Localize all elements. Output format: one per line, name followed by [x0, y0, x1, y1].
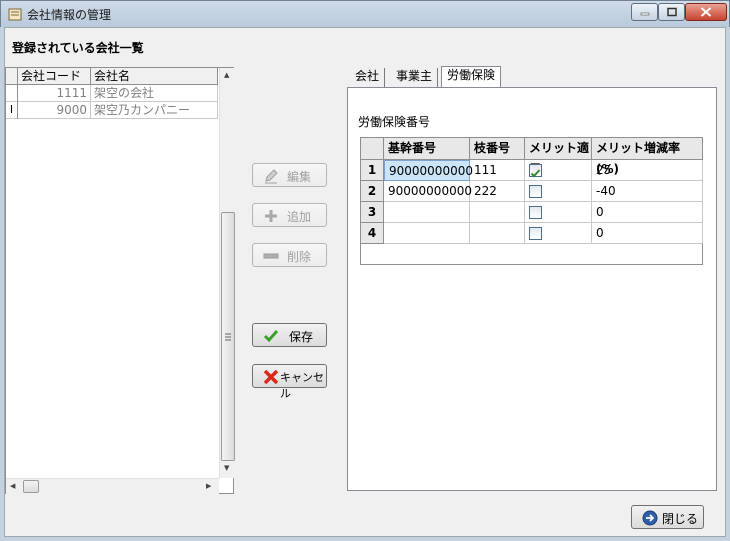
- tab-company[interactable]: 会社: [350, 68, 386, 87]
- title-bar: 会社情報の管理: [0, 0, 730, 27]
- window-border-right: [726, 27, 730, 541]
- grid-corner-header: [361, 138, 384, 160]
- merit-rate-cell[interactable]: -40: [592, 181, 703, 202]
- checkmark-icon: [530, 169, 541, 178]
- scroll-right-arrow-icon[interactable]: ▶: [206, 482, 211, 490]
- red-x-icon: [263, 369, 279, 385]
- merit-applied-cell: [525, 223, 592, 244]
- grip-icon: [225, 333, 231, 341]
- column-header-company-name[interactable]: 会社名: [91, 68, 218, 85]
- company-code-cell[interactable]: 9000: [18, 102, 91, 119]
- window-title: 会社情報の管理: [27, 8, 112, 22]
- base-number-cell[interactable]: [384, 223, 470, 244]
- company-name-cell[interactable]: 架空の会社: [91, 85, 218, 102]
- company-list-header: 会社コード 会社名: [6, 68, 218, 85]
- vertical-scroll-thumb[interactable]: [221, 212, 235, 461]
- scroll-up-arrow-icon[interactable]: ▲: [224, 71, 229, 79]
- checkmark-icon: [263, 330, 279, 343]
- merit-rate-cell[interactable]: 0: [592, 223, 703, 244]
- company-row[interactable]: 1111 架空の会社: [6, 85, 218, 102]
- column-header-company-code[interactable]: 会社コード: [18, 68, 91, 85]
- branch-number-cell[interactable]: 222: [470, 181, 525, 202]
- save-button-label: 保存: [289, 330, 314, 344]
- row-indicator-header: [6, 68, 18, 85]
- horizontal-scrollbar[interactable]: ◀ ▶: [6, 478, 219, 494]
- delete-button[interactable]: 削除: [252, 243, 327, 267]
- maximize-icon: [666, 7, 677, 17]
- edit-button[interactable]: 編集: [252, 163, 327, 187]
- minimize-button[interactable]: [631, 3, 658, 21]
- merit-rate-cell[interactable]: 25: [592, 160, 703, 181]
- row-indicator: [6, 85, 18, 102]
- vertical-scrollbar[interactable]: ▲ ▼: [219, 68, 235, 478]
- cancel-button-label: キャンセル: [280, 371, 324, 400]
- row-number: 3: [361, 202, 384, 223]
- merit-rate-cell[interactable]: 0: [592, 202, 703, 223]
- row-number: 4: [361, 223, 384, 244]
- minimize-icon: [640, 12, 649, 16]
- merit-applied-cell: [525, 202, 592, 223]
- branch-number-cell[interactable]: 111: [470, 160, 525, 181]
- company-row[interactable]: I 9000 架空乃カンパニー: [6, 102, 218, 119]
- merit-checkbox[interactable]: [529, 206, 542, 219]
- labor-insurance-number-label: 労働保険番号: [358, 115, 431, 129]
- merit-checkbox[interactable]: [529, 164, 542, 178]
- close-icon: [700, 7, 712, 17]
- merit-applied-cell: [525, 181, 592, 202]
- merit-applied-cell: [525, 160, 592, 181]
- base-number-cell[interactable]: 90000000000: [384, 160, 473, 181]
- labor-insurance-grid[interactable]: 基幹番号 枝番号 メリット適用 メリット増減率(%) 1 90000000000…: [360, 137, 703, 265]
- close-button-label: 閉じる: [662, 512, 699, 526]
- cancel-button[interactable]: キャンセル: [252, 364, 327, 400]
- close-button[interactable]: 閉じる: [631, 505, 704, 529]
- scroll-down-arrow-icon[interactable]: ▼: [224, 464, 229, 472]
- maximize-button[interactable]: [658, 3, 685, 21]
- row-indicator: I: [6, 102, 18, 119]
- company-list-grid[interactable]: 会社コード 会社名 1111 架空の会社 I 9000 架空乃カンパニー ▲ ▼…: [5, 67, 235, 494]
- column-header-merit-rate[interactable]: メリット増減率(%): [592, 138, 703, 176]
- tab-labor-insurance[interactable]: 労働保険: [441, 66, 502, 88]
- company-name-cell[interactable]: 架空乃カンパニー: [91, 102, 218, 119]
- pencil-icon: [265, 169, 278, 184]
- delete-button-label: 削除: [287, 250, 312, 264]
- row-number: 2: [361, 181, 384, 202]
- column-header-merit-applied[interactable]: メリット適用: [525, 138, 592, 176]
- tab-employer[interactable]: 事業主: [391, 68, 439, 87]
- edit-button-label: 編集: [287, 170, 312, 184]
- company-list-title: 登録されている会社一覧: [12, 41, 144, 55]
- branch-number-cell[interactable]: [470, 223, 525, 244]
- plus-icon: [265, 210, 277, 222]
- horizontal-scroll-thumb[interactable]: [23, 480, 39, 493]
- base-number-cell[interactable]: [384, 202, 470, 223]
- column-header-branch-number[interactable]: 枝番号: [470, 138, 525, 160]
- scroll-left-arrow-icon[interactable]: ◀: [10, 482, 15, 490]
- add-button[interactable]: 追加: [252, 203, 327, 227]
- merit-checkbox[interactable]: [529, 185, 542, 198]
- app-icon: [8, 8, 22, 21]
- branch-number-cell[interactable]: [470, 202, 525, 223]
- minus-icon: [263, 253, 279, 259]
- exit-arrow-icon: [642, 510, 658, 526]
- row-number: 1: [361, 160, 384, 181]
- close-window-button[interactable]: [685, 3, 727, 21]
- save-button[interactable]: 保存: [252, 323, 327, 347]
- merit-checkbox[interactable]: [529, 227, 542, 240]
- column-header-base-number[interactable]: 基幹番号: [384, 138, 470, 160]
- window-border-bottom: [0, 537, 730, 541]
- company-code-cell[interactable]: 1111: [18, 85, 91, 102]
- base-number-cell[interactable]: 90000000000: [384, 181, 472, 202]
- add-button-label: 追加: [287, 210, 312, 224]
